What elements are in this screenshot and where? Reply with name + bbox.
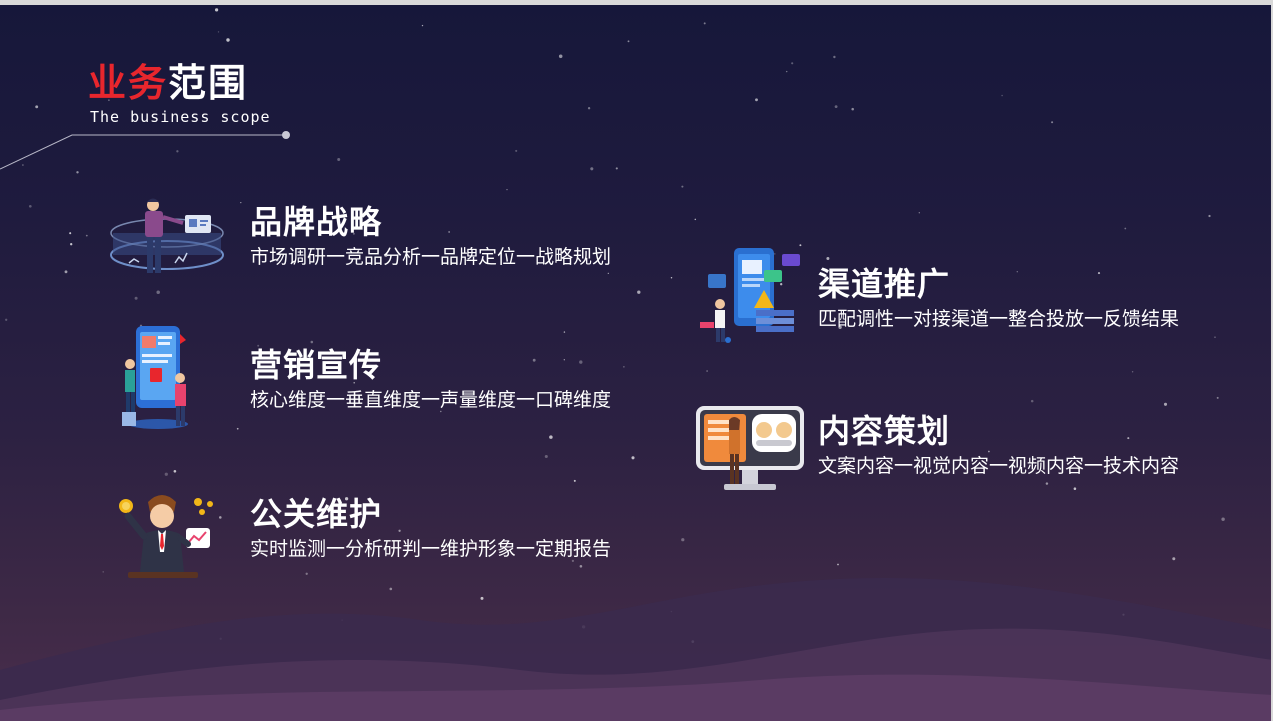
star (623, 366, 625, 368)
channel-promotion-icon (700, 248, 800, 343)
star (214, 8, 219, 12)
slide: 业务范围 The business scope 品牌战略 市场调研一竞品分析一品… (0, 0, 1273, 721)
star (590, 167, 594, 171)
star (918, 212, 920, 214)
star (240, 201, 242, 204)
star (515, 149, 518, 152)
item-description: 文案内容一视觉内容一视频内容一技术内容 (818, 455, 1180, 477)
star (615, 167, 618, 170)
star (791, 62, 794, 65)
star (563, 359, 565, 361)
star (785, 70, 788, 73)
item-heading: 渠道推广 (818, 265, 951, 303)
item-description: 实时监测一分析研判一维护形象一定期报告 (250, 538, 612, 560)
star (337, 158, 341, 161)
item-description: 市场调研一竞品分析一品牌定位一战略规划 (250, 246, 612, 268)
star (532, 358, 536, 362)
star (28, 204, 32, 208)
item-description: 匹配调性一对接渠道一整合投放一反馈结果 (818, 308, 1180, 330)
star (156, 290, 160, 295)
star (236, 427, 239, 430)
star (217, 31, 220, 33)
title-red-part: 业务 (88, 61, 169, 105)
star (1045, 482, 1049, 485)
businessman-coins-icon (119, 495, 213, 578)
star (64, 270, 68, 274)
star (544, 454, 548, 459)
hills-background (0, 578, 1273, 721)
star (1131, 371, 1134, 373)
content-screen-icon (696, 406, 804, 490)
item-heading: 公关维护 (250, 495, 383, 533)
star (637, 290, 641, 294)
star (706, 370, 708, 372)
item-description: 核心维度一垂直维度一声量维度一口碑维度 (250, 389, 612, 411)
star (851, 107, 854, 111)
item-heading: 营销宣传 (250, 346, 383, 384)
star (1016, 271, 1018, 273)
star (219, 516, 222, 519)
star (579, 360, 583, 364)
star (549, 435, 553, 439)
title-white-part: 范围 (168, 61, 249, 105)
item-heading: 内容策划 (818, 412, 951, 450)
star (681, 185, 684, 188)
star (1216, 396, 1219, 399)
star (826, 257, 830, 260)
star (226, 38, 230, 42)
item-heading: 品牌战略 (250, 203, 383, 241)
star (834, 105, 838, 109)
star (1127, 437, 1130, 440)
star (173, 469, 177, 473)
star (134, 296, 138, 300)
star (1051, 121, 1054, 124)
star (1208, 214, 1211, 218)
star (1214, 336, 1216, 338)
star (1097, 272, 1101, 275)
star (587, 107, 591, 110)
star (70, 243, 73, 246)
star (35, 105, 39, 109)
star (694, 218, 697, 221)
star (506, 189, 508, 191)
star (558, 54, 563, 59)
star (833, 55, 836, 59)
star (1163, 402, 1168, 406)
top-border (0, 0, 1273, 5)
star (69, 232, 72, 235)
star (421, 24, 424, 27)
star (988, 450, 990, 453)
page-title: 业务范围 (88, 60, 248, 106)
star (448, 231, 450, 233)
title-decoration-line (0, 131, 290, 170)
star (607, 272, 609, 275)
star (1030, 399, 1034, 403)
data-analyst-icon (110, 198, 224, 273)
page-subtitle: The business scope (90, 108, 271, 126)
mobile-marketing-icon (122, 326, 188, 429)
star (670, 277, 673, 279)
star (755, 98, 758, 102)
star (627, 40, 630, 43)
star (85, 234, 88, 237)
star (631, 456, 635, 460)
star (703, 22, 706, 25)
star (563, 331, 566, 333)
star (573, 479, 576, 482)
star (164, 472, 168, 476)
star (310, 340, 314, 344)
star (5, 318, 8, 321)
star (1124, 227, 1127, 230)
star (1221, 517, 1225, 521)
star (398, 529, 401, 532)
star (1001, 94, 1003, 97)
star (681, 538, 685, 542)
star (1073, 487, 1077, 490)
